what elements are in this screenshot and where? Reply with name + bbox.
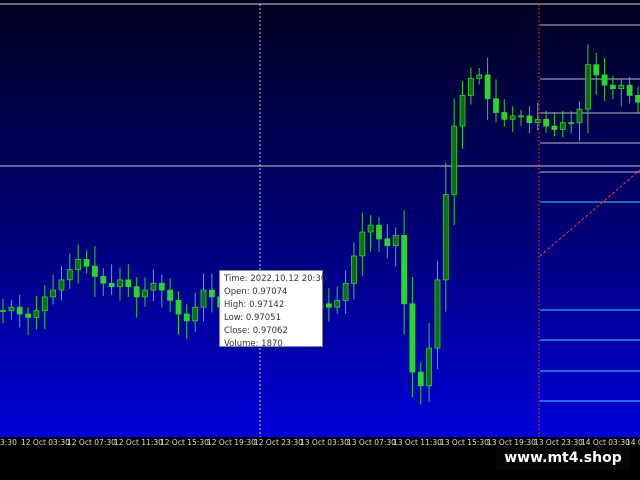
candle-body bbox=[25, 313, 32, 318]
candle-body bbox=[534, 118, 541, 124]
candle-body bbox=[518, 115, 524, 118]
candle-body bbox=[8, 306, 15, 312]
candlestick-chart[interactable] bbox=[0, 0, 640, 437]
candle-body bbox=[417, 371, 424, 387]
candle-body bbox=[108, 282, 115, 288]
candle-body bbox=[208, 289, 215, 298]
candle-body bbox=[334, 299, 341, 308]
candle-body bbox=[626, 84, 633, 96]
candle-body bbox=[568, 122, 575, 125]
candle-body bbox=[376, 224, 382, 240]
candle-body bbox=[618, 84, 625, 89]
candle-info-tooltip: Time: 2022.10.12 20:30 Open: 0.97074 Hig… bbox=[219, 270, 327, 349]
candle-body bbox=[459, 95, 466, 127]
candle-body bbox=[526, 115, 533, 124]
time-axis-tick: 12 Oct 19:30 bbox=[207, 438, 256, 447]
candle-body bbox=[167, 289, 174, 301]
candle-body bbox=[442, 194, 449, 281]
candle-body bbox=[192, 306, 199, 322]
candle-body bbox=[635, 95, 640, 103]
candle-body bbox=[543, 118, 549, 127]
time-axis-tick: 12 Oct 23:30 bbox=[254, 438, 303, 447]
candle-body bbox=[593, 64, 600, 76]
candle-body bbox=[183, 313, 190, 322]
time-axis-tick: 12 Oct 15:30 bbox=[160, 438, 209, 447]
candle-body bbox=[83, 258, 90, 267]
candle-body bbox=[125, 279, 132, 288]
candle-body bbox=[434, 279, 441, 349]
candle-body bbox=[559, 122, 566, 130]
candle-body bbox=[467, 77, 474, 96]
candle-body bbox=[493, 98, 499, 113]
candle-body bbox=[610, 84, 616, 89]
candle-body bbox=[41, 296, 48, 311]
watermark-label: www.mt4.shop bbox=[496, 446, 630, 470]
candle-body bbox=[175, 299, 182, 315]
candle-body bbox=[350, 255, 357, 284]
time-axis-tick: 13 Oct 11:30 bbox=[393, 438, 442, 447]
time-axis-tick: 12 Oct 11:30 bbox=[114, 438, 163, 447]
tooltip-time: Time: 2022.10.12 20:30 bbox=[224, 274, 327, 284]
candle-body bbox=[66, 269, 73, 281]
time-axis-tick: 3:30 bbox=[0, 438, 17, 447]
candle-body bbox=[401, 235, 408, 305]
time-axis-tick: 12 Oct 03:30 bbox=[21, 438, 70, 447]
candle-body bbox=[200, 289, 207, 308]
candle-body bbox=[551, 125, 558, 130]
time-axis-tick: 13 Oct 15:30 bbox=[440, 438, 489, 447]
candle-body bbox=[392, 235, 399, 247]
candle-body bbox=[342, 282, 349, 301]
time-axis-tick: 13 Oct 07:30 bbox=[347, 438, 396, 447]
tooltip-volume: Volume: 1870 bbox=[224, 339, 283, 349]
candle-body bbox=[325, 303, 332, 308]
candle-body bbox=[576, 108, 583, 124]
candle-body bbox=[585, 64, 591, 110]
candle-body bbox=[92, 265, 98, 277]
candle-body bbox=[601, 74, 608, 86]
candle-body bbox=[409, 303, 416, 373]
candle-body bbox=[58, 279, 65, 291]
candle-body bbox=[484, 74, 491, 100]
candle-body bbox=[133, 286, 140, 298]
time-axis-tick: 13 Oct 03:30 bbox=[300, 438, 349, 447]
candle-body bbox=[158, 282, 165, 291]
candle-body bbox=[367, 224, 374, 233]
candle-body bbox=[359, 231, 366, 257]
tooltip-open: Open: 0.97074 bbox=[224, 287, 288, 297]
time-axis-tick: 12 Oct 07:30 bbox=[67, 438, 116, 447]
candle-body bbox=[33, 310, 40, 318]
candle-body bbox=[509, 115, 516, 120]
tooltip-low: Low: 0.97051 bbox=[224, 313, 281, 323]
price-chart-area[interactable] bbox=[0, 0, 640, 437]
terminal-window: 3:30 12 Oct 03:30 12 Oct 07:30 12 Oct 11:30… bbox=[0, 0, 640, 480]
trend-line bbox=[539, 169, 640, 257]
candle-body bbox=[476, 74, 483, 79]
candle-body bbox=[50, 289, 56, 298]
candle-body bbox=[75, 258, 82, 270]
candle-body bbox=[117, 279, 123, 288]
candle-body bbox=[384, 238, 391, 247]
candle-body bbox=[16, 306, 23, 315]
candle-body bbox=[501, 112, 508, 120]
tooltip-high: High: 0.97142 bbox=[224, 300, 285, 310]
candle-body bbox=[150, 282, 157, 291]
candle-body bbox=[100, 275, 107, 284]
candle-body bbox=[0, 310, 6, 313]
candle-body bbox=[451, 125, 458, 195]
candle-body bbox=[142, 289, 148, 298]
candle-body bbox=[426, 347, 433, 387]
tooltip-close: Close: 0.97062 bbox=[224, 326, 288, 336]
